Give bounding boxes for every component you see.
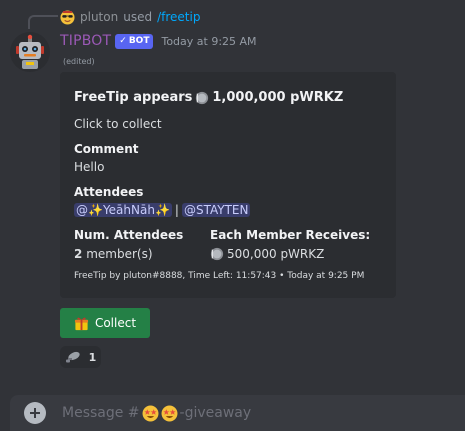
embed-title-prefix: FreeTip appears [74,90,193,105]
placeholder-prefix: Message # [62,405,140,421]
num-attendees-value: 2 member(s) [74,247,153,261]
discord-message-view: pluton used /freetip TIPBOT ✓ BOT Today … [0,0,465,431]
collect-button[interactable]: Collect [60,308,150,338]
num-attendees-count: 2 [74,247,83,261]
satellite-dish-icon [65,351,80,363]
each-receives-amount: 500,000 pWRKZ [227,247,325,261]
embed-description: Click to collect [74,117,162,131]
bot-badge-label: BOT [128,35,150,46]
freetip-embed: FreeTip appears 1,000,000 pWRKZ Click to… [60,72,396,298]
command-usage-line: pluton used /freetip [60,8,200,26]
attendees-list: @✨YeāhNāh✨ | @STAYTEN [74,203,251,217]
star-struck-icon [161,405,178,421]
sunglasses-avatar-icon[interactable] [60,9,75,25]
command-used-text: used [123,10,153,24]
check-icon: ✓ [119,35,127,46]
command-name-link[interactable]: /freetip [157,10,200,24]
num-attendees-label: Num. Attendees [74,228,184,242]
edited-marker: (edited) [63,57,95,66]
embed-footer: FreeTip by pluton#8888, Time Left: 11:57… [74,271,365,281]
num-attendees-unit: member(s) [86,247,153,261]
reaction-count: 1 [88,350,97,364]
message-input[interactable]: Message # -giveaway [62,405,251,422]
coin-icon [210,247,224,261]
plus-circle-icon[interactable] [24,402,46,424]
reaction-chip[interactable]: 1 [60,346,101,368]
coin-icon [196,91,209,104]
message-header: TIPBOT ✓ BOT Today at 9:25 AM [60,31,257,51]
collect-button-label: Collect [94,316,137,330]
message-composer[interactable]: Message # -giveaway [10,395,465,431]
comment-value: Hello [74,160,105,174]
attendee-mention[interactable]: @✨YeāhNāh✨ [74,203,172,217]
star-struck-icon [142,405,159,421]
robot-avatar-icon[interactable] [10,32,50,72]
bot-username[interactable]: TIPBOT [60,33,111,49]
message-timestamp[interactable]: Today at 9:25 AM [161,35,256,48]
embed-title-amount: 1,000,000 pWRKZ [212,90,344,105]
each-receives-label: Each Member Receives: [210,228,371,242]
attendees-label: Attendees [74,185,144,199]
gift-icon [74,317,89,330]
attendee-mention[interactable]: @STAYTEN [181,203,251,217]
bot-badge: ✓ BOT [115,33,154,49]
reply-connector [28,15,58,29]
attendee-separator: | [174,203,179,217]
comment-label: Comment [74,142,139,156]
each-receives-value: 500,000 pWRKZ [210,247,324,261]
placeholder-suffix: -giveaway [179,405,252,421]
embed-title: FreeTip appears 1,000,000 pWRKZ [74,90,343,105]
command-username[interactable]: pluton [80,10,118,24]
